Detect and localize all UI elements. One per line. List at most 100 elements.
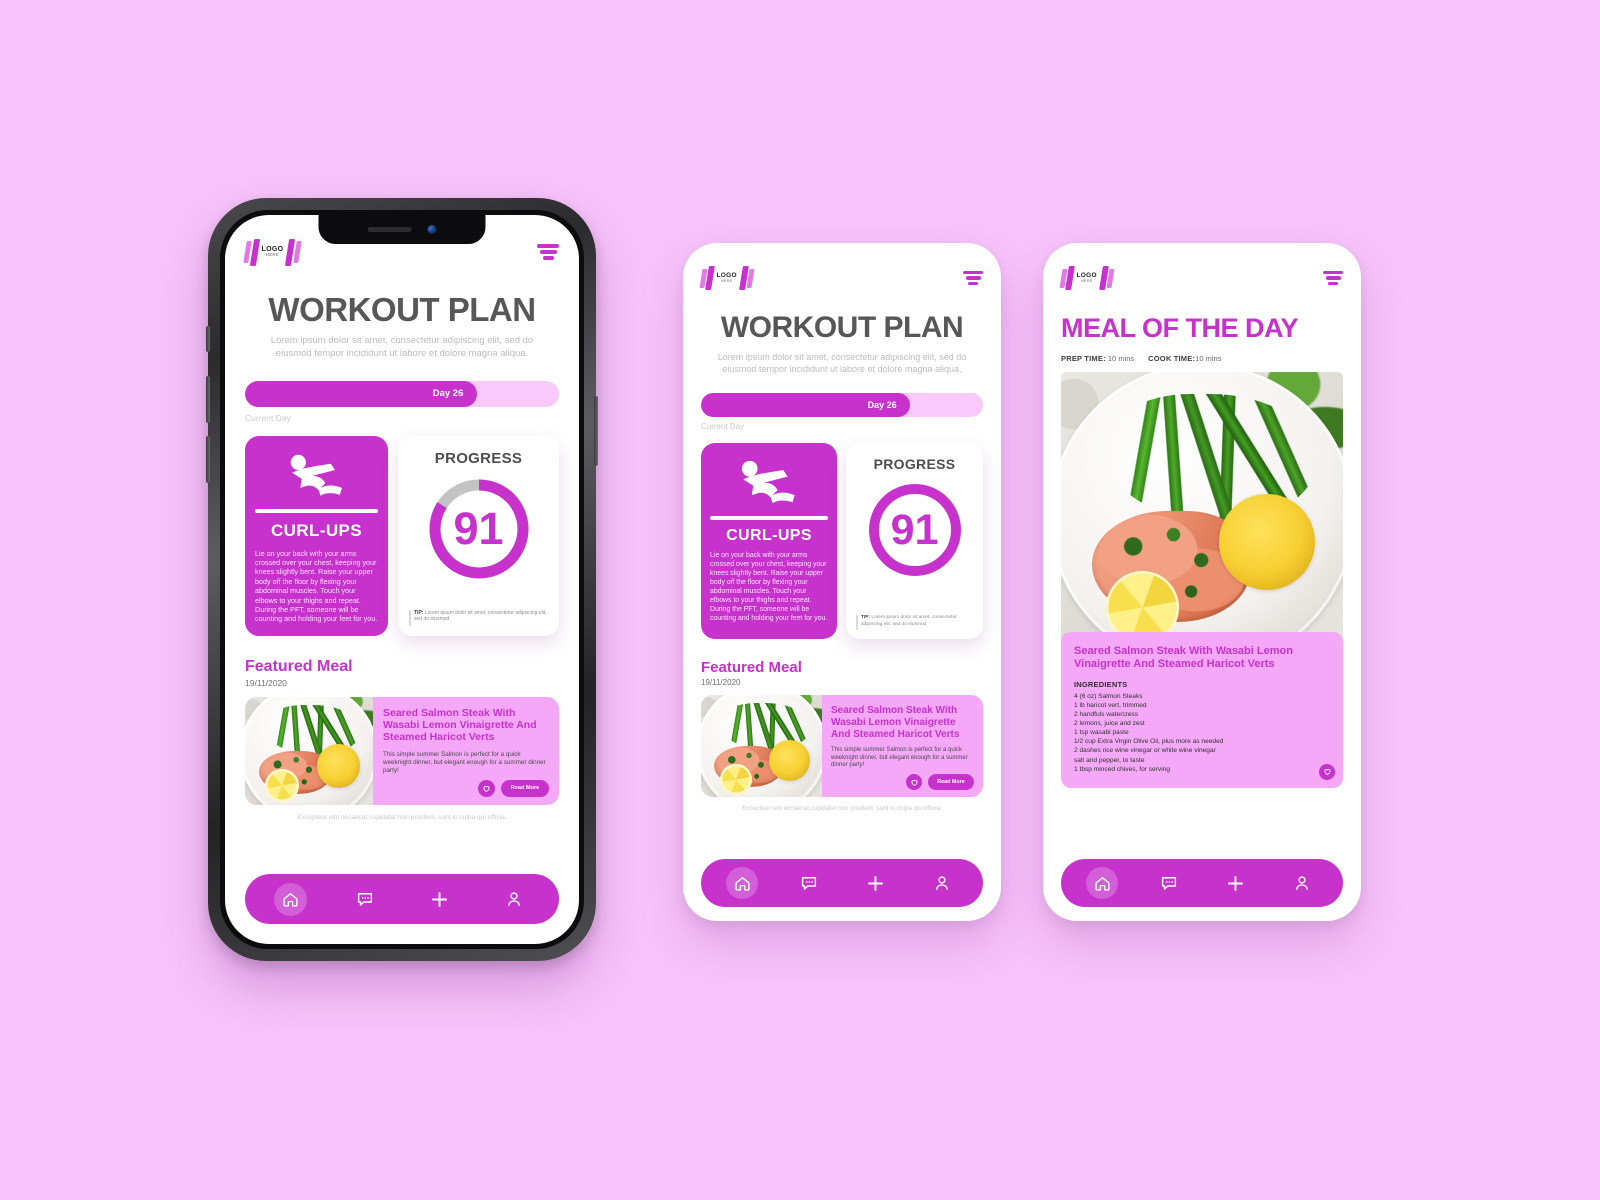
- exercise-card[interactable]: CURL-UPS Lie on your back with your arms…: [245, 435, 388, 636]
- tip-label: TIP:: [414, 609, 424, 616]
- nav-item-profile[interactable]: [497, 883, 530, 916]
- chat-icon: [801, 877, 816, 890]
- curl-up-figure-icon: [290, 454, 342, 496]
- current-day-caption: Current Day: [701, 422, 745, 432]
- exercise-name: CURL-UPS: [726, 527, 812, 545]
- dumbbell-icon: [243, 238, 260, 266]
- nav-item-profile[interactable]: [1286, 867, 1318, 899]
- dumbbell-icon-right: [738, 266, 754, 290]
- heart-icon[interactable]: [1319, 763, 1335, 780]
- app-logo[interactable]: LOGO HERE: [243, 238, 302, 266]
- exercise-progress-row: CURL-UPS Lie on your back with your arms…: [245, 435, 559, 636]
- progress-card: PROGRESS 91 TIP: Lorem ipsum dolor sit a…: [398, 435, 559, 636]
- featured-meal-description: This simple summer Salmon is perfect for…: [831, 746, 968, 769]
- screenshot-stage: LOGO HERE WORKOUT PLAN Lorem ipsum dolor…: [0, 0, 1600, 1200]
- ingredients-heading: INGREDIENTS: [1074, 679, 1128, 689]
- logo-text: LOGO HERE: [261, 245, 284, 258]
- power-button[interactable]: [594, 396, 598, 466]
- app-logo[interactable]: LOGO HERE: [699, 266, 754, 290]
- dumbbell-icon: [1059, 266, 1075, 290]
- phone2-header-block: WORKOUT PLAN Lorem ipsum dolor sit amet,…: [701, 313, 983, 375]
- ingredient-item: 4 (6 oz) Salmon Steaks: [1074, 692, 1143, 700]
- featured-meal-actions: Read More: [383, 779, 549, 797]
- chat-icon: [1161, 877, 1176, 890]
- nav-item-profile[interactable]: [926, 867, 958, 899]
- notch: [318, 215, 486, 244]
- profile-icon: [935, 876, 948, 890]
- progress-title: PROGRESS: [873, 456, 956, 473]
- ingredient-item: 1 tbsp minced chives, for serving: [1074, 765, 1171, 773]
- featured-meal-footnote: Excepteur sint occaecat cupidatat non pr…: [297, 813, 507, 821]
- exercise-divider: [255, 509, 378, 513]
- nav-item-messages[interactable]: [793, 867, 825, 899]
- featured-meal-description: This simple summer Salmon is perfect for…: [383, 750, 546, 775]
- exercise-card[interactable]: CURL-UPS Lie on your back with your arms…: [701, 443, 837, 640]
- phone1-header-block: WORKOUT PLAN Lorem ipsum dolor sit amet,…: [245, 293, 559, 361]
- dumbbell-icon-right: [285, 238, 302, 266]
- page-title: WORKOUT PLAN: [268, 291, 536, 328]
- heart-icon[interactable]: [906, 774, 922, 791]
- salmon-plate-photo: [701, 695, 822, 798]
- bottom-nav: [1061, 859, 1343, 907]
- funnel-menu-icon[interactable]: [537, 244, 559, 260]
- salmon-plate-hero-photo: [1061, 371, 1343, 650]
- current-day-caption: Current Day: [245, 412, 291, 423]
- day-progress-bar[interactable]: Day 26: [245, 380, 559, 407]
- featured-meal-footnote: Excepteur sint occaecat cupidatat non pr…: [742, 805, 942, 813]
- read-more-button[interactable]: Read More: [501, 779, 549, 797]
- home-icon: [735, 876, 750, 891]
- day-progress-bar[interactable]: Day 26: [701, 393, 983, 418]
- ingredient-item: 1 tsp wasabi paste: [1074, 729, 1129, 737]
- nav-item-add[interactable]: [423, 883, 456, 916]
- heart-icon[interactable]: [478, 779, 495, 797]
- featured-meal-actions: Read More: [831, 774, 974, 791]
- bottom-nav: [245, 874, 559, 924]
- nav-item-home[interactable]: [726, 867, 759, 899]
- phone1-content: LOGO HERE WORKOUT PLAN Lorem ipsum dolor…: [225, 215, 579, 944]
- page-subtitle: Lorem ipsum dolor sit amet, consectetur …: [270, 335, 534, 359]
- salmon-plate-photo: [245, 696, 373, 805]
- funnel-menu-icon[interactable]: [1323, 270, 1343, 286]
- recipe-times: PREP TIME: 10 mins COOK TIME:10 mins: [1061, 354, 1343, 363]
- tip-label: TIP:: [861, 615, 871, 621]
- profile-icon: [1295, 876, 1308, 890]
- progress-ring: 91: [427, 477, 531, 581]
- volume-up-button[interactable]: [206, 376, 210, 423]
- page-subtitle: Lorem ipsum dolor sit amet, consectetur …: [717, 352, 967, 375]
- dumbbell-icon: [699, 266, 715, 290]
- exercise-progress-row: CURL-UPS Lie on your back with your arms…: [701, 443, 983, 640]
- tip-text: Lorem ipsum dolor sit amet, consectetur …: [861, 615, 957, 627]
- featured-meal-card[interactable]: Seared Salmon Steak With Wasabi Lemon Vi…: [245, 696, 559, 805]
- tip-accent-bar: [409, 609, 411, 626]
- day-progress-label: Day 26: [432, 388, 464, 400]
- app-logo[interactable]: LOGO HERE: [1059, 266, 1114, 290]
- ingredients-list: 4 (6 oz) Salmon Steaks 1 lb haricot vert,…: [1074, 692, 1330, 774]
- bottom-nav: [701, 859, 983, 907]
- featured-meal-section: Featured Meal 19/11/2020 Seared Salmon S…: [701, 659, 983, 814]
- volume-down-button[interactable]: [206, 436, 210, 483]
- progress-tip: TIP: Lorem ipsum dolor sit amet, consect…: [856, 615, 973, 631]
- chat-icon: [357, 893, 372, 906]
- nav-item-home[interactable]: [1086, 867, 1119, 899]
- nav-item-messages[interactable]: [348, 883, 381, 916]
- featured-meal-name: Seared Salmon Steak With Wasabi Lemon Vi…: [831, 705, 960, 740]
- earpiece-speaker: [367, 227, 412, 232]
- dumbbell-icon-right: [1098, 266, 1114, 290]
- nav-item-add[interactable]: [1219, 867, 1251, 899]
- funnel-menu-icon[interactable]: [963, 270, 983, 286]
- day-progress-fill: Day 26: [701, 393, 910, 418]
- exercise-description: Lie on your back with your arms crossed …: [710, 552, 828, 623]
- featured-meal-name: Seared Salmon Steak With Wasabi Lemon Vi…: [383, 706, 537, 744]
- nav-item-messages[interactable]: [1153, 867, 1185, 899]
- featured-meal-card[interactable]: Seared Salmon Steak With Wasabi Lemon Vi…: [701, 695, 983, 798]
- exercise-description: Lie on your back with your arms crossed …: [255, 548, 378, 624]
- nav-item-home[interactable]: [273, 882, 307, 916]
- recipe-name: Seared Salmon Steak With Wasabi Lemon Vi…: [1074, 644, 1293, 670]
- cook-time-label: COOK TIME:: [1148, 353, 1196, 363]
- day-progress-label: Day 26: [867, 400, 897, 411]
- read-more-button[interactable]: Read More: [928, 774, 974, 791]
- nav-item-add[interactable]: [859, 867, 891, 899]
- mute-switch[interactable]: [206, 326, 210, 352]
- featured-meal-section: Featured Meal 19/11/2020 Seared Salmon S…: [245, 658, 559, 823]
- phone2-topbar: LOGO HERE: [699, 265, 983, 291]
